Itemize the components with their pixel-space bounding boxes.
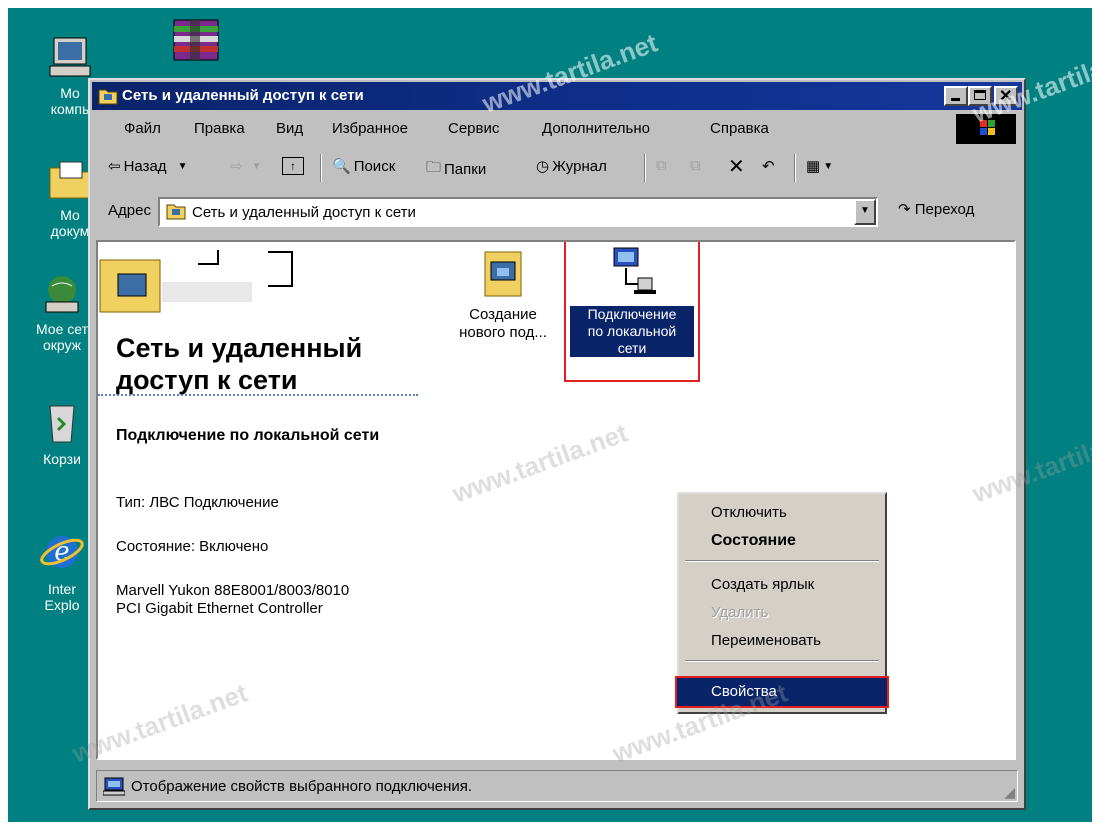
network-status-icon [102, 776, 126, 800]
history-icon: ◷ [536, 158, 550, 175]
status-panel: Отображение свойств выбранного подключен… [96, 770, 1018, 802]
item-label: Создание [469, 306, 537, 323]
menu-file[interactable]: Файл [124, 120, 161, 137]
close-button[interactable]: ✕ [994, 86, 1018, 106]
go-label: Переход [914, 201, 975, 218]
connection-type: Тип: ЛВС Подключение [116, 494, 279, 511]
computer-icon [30, 34, 110, 83]
up-folder-button[interactable]: ↑ [282, 157, 304, 175]
lan-connection-icon [604, 246, 660, 302]
menu-separator [685, 560, 879, 562]
forward-button[interactable]: ⇨ ▼ [230, 157, 261, 175]
adapter-line: PCI Gigabit Ethernet Controller [116, 600, 323, 617]
status-bar: Отображение свойств выбранного подключен… [92, 766, 1022, 806]
adapter-line: Marvell Yukon 88E8001/8003/8010 [116, 582, 350, 599]
toolbar-separator [794, 154, 796, 182]
search-button[interactable]: 🔍 Поиск [332, 157, 396, 176]
winrar-icon[interactable] [170, 16, 222, 64]
views-button[interactable]: ▦ ▼ [806, 157, 833, 175]
close-icon: ✕ [999, 88, 1013, 105]
folders-label: Папки [444, 161, 487, 178]
move-to-icon: ⧉ [656, 157, 667, 174]
up-folder-icon: ↑ [282, 157, 304, 175]
menu-item-create-shortcut[interactable]: Создать ярлык [681, 572, 883, 598]
back-label: Назад [123, 157, 167, 175]
menu-item-properties[interactable]: Свойства [675, 676, 889, 708]
desktop: Мо компь Мо докум Мое сет окруж Корзи e … [8, 8, 1092, 822]
menu-item-disconnect[interactable]: Отключить [681, 500, 883, 526]
address-value: Сеть и удаленный доступ к сети [192, 204, 416, 221]
resize-grip-icon[interactable]: ◢ [1004, 784, 1015, 801]
explorer-window: Сеть и удаленный доступ к сети ✕ Файл Пр… [88, 78, 1026, 810]
copy-to-button[interactable]: ⧉ [690, 157, 701, 174]
status-text: Отображение свойств выбранного подключен… [131, 778, 473, 795]
chevron-down-icon: ▼ [823, 160, 834, 172]
menu-edit[interactable]: Правка [194, 120, 245, 137]
item-label: по локальной [587, 323, 677, 339]
copy-to-icon: ⧉ [690, 157, 701, 174]
item-label: Подключение [587, 306, 677, 322]
folders-icon: 🗀 [426, 159, 442, 176]
menu-tools[interactable]: Сервис [448, 120, 499, 137]
history-button[interactable]: ◷ Журнал [536, 157, 607, 176]
history-label: Журнал [552, 157, 607, 175]
back-button[interactable]: ⇦ Назад ▼ [108, 157, 188, 176]
title-divider [98, 394, 418, 396]
network-folder-icon [166, 202, 186, 224]
go-arrow-icon: ↷ [898, 201, 911, 218]
new-connection-item[interactable]: Создание нового под... [438, 248, 568, 342]
menu-view[interactable]: Вид [276, 120, 303, 137]
new-connection-icon [479, 248, 527, 306]
context-menu: Отключить Состояние Создать ярлык Удалит… [675, 492, 889, 714]
selected-item-name: Подключение по локальной сети [116, 427, 380, 444]
chevron-down-icon: ▼ [251, 160, 262, 172]
search-label: Поиск [353, 157, 396, 175]
address-dropdown-button[interactable]: ▼ [854, 199, 876, 225]
maximize-button[interactable] [968, 86, 992, 106]
menu-advanced[interactable]: Дополнительно [542, 120, 650, 137]
minimize-button[interactable] [944, 86, 968, 106]
menu-item-rename[interactable]: Переименовать [681, 628, 883, 654]
undo-button[interactable]: ↶ [762, 157, 775, 175]
menu-item-delete[interactable]: Удалить [681, 600, 883, 626]
standard-toolbar: ⇦ Назад ▼ ⇨ ▼ ↑ 🔍 Поиск 🗀 Папки ◷ Журнал… [92, 148, 1022, 188]
windows-logo-icon [956, 114, 1016, 144]
folder-view: Сеть и удаленный доступ к сети Подключен… [96, 240, 1016, 760]
toolbar-separator [320, 154, 322, 182]
chevron-down-icon: ▼ [177, 160, 188, 172]
delete-button[interactable]: ✕ [728, 154, 745, 179]
window-title: Сеть и удаленный доступ к сети [122, 87, 364, 104]
undo-icon: ↶ [762, 158, 775, 175]
title-bar[interactable]: Сеть и удаленный доступ к сети ✕ [92, 82, 1022, 110]
adapter-name: Marvell Yukon 88E8001/8003/8010 PCI Giga… [116, 582, 416, 618]
forward-arrow-icon: ⇨ [230, 158, 243, 175]
address-bar: Адрес Сеть и удаленный доступ к сети ▼ ↷… [92, 190, 1022, 234]
folder-title: Сеть и удаленный доступ к сети [116, 333, 363, 395]
connection-status: Состояние: Включено [116, 538, 269, 555]
address-label: Адрес [108, 202, 151, 219]
back-arrow-icon: ⇦ [108, 158, 121, 175]
menu-favorites[interactable]: Избранное [332, 120, 408, 137]
toolbar-separator [644, 154, 646, 182]
search-icon: 🔍 [332, 158, 351, 175]
item-label: нового под... [459, 324, 547, 341]
delete-icon: ✕ [728, 156, 745, 178]
maximize-icon [974, 90, 986, 100]
minimize-icon [951, 98, 960, 101]
selected-item-label: Подключение по локальной сети [570, 306, 694, 357]
menu-item-status[interactable]: Состояние [681, 528, 883, 554]
chevron-down-icon: ▼ [860, 205, 870, 216]
views-icon: ▦ [806, 158, 821, 175]
folders-button[interactable]: 🗀 Папки [426, 157, 486, 182]
move-to-button[interactable]: ⧉ [656, 157, 667, 174]
address-input[interactable]: Сеть и удаленный доступ к сети ▼ [158, 197, 878, 227]
item-label: сети [617, 340, 647, 356]
folder-header-graphic [98, 242, 318, 322]
network-folder-icon [98, 87, 118, 109]
menu-separator [685, 660, 879, 662]
go-button[interactable]: ↷ Переход [898, 200, 974, 218]
lan-connection-item[interactable]: Подключение по локальной сети [564, 242, 700, 382]
menu-bar: Файл Правка Вид Избранное Сервис Дополни… [92, 112, 1022, 146]
menu-help[interactable]: Справка [710, 120, 769, 137]
